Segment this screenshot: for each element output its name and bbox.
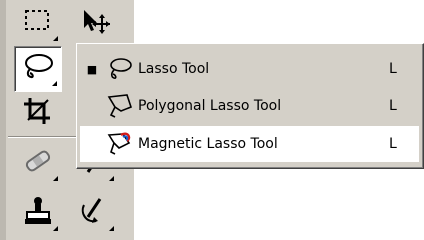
polygonal-lasso-icon: [104, 92, 134, 120]
crop-tool-button[interactable]: [14, 90, 62, 136]
menu-item-label: Lasso Tool: [138, 61, 210, 77]
palette-edge: [0, 0, 6, 240]
menu-item-shortcut: L: [389, 61, 397, 77]
lasso-tool-button[interactable]: [14, 46, 62, 92]
healing-brush-tool-button[interactable]: [14, 140, 62, 186]
screenshot-canvas: ■ Lasso Tool L Polygonal Lasso Tool L Ma…: [0, 0, 424, 240]
move-icon: [78, 6, 110, 40]
move-tool-button[interactable]: [70, 0, 118, 46]
menu-item-label: Magnetic Lasso Tool: [138, 136, 278, 152]
marquee-icon: [23, 7, 53, 39]
lasso-icon: [104, 55, 134, 83]
more-tools-indicator: [53, 36, 58, 41]
history-brush-icon: [78, 195, 110, 231]
menu-item-label: Polygonal Lasso Tool: [138, 98, 282, 114]
more-tools-indicator: [52, 81, 57, 86]
crop-icon: [22, 96, 54, 130]
menu-item-shortcut: L: [389, 98, 397, 114]
lasso-tools-flyout-menu: ■ Lasso Tool L Polygonal Lasso Tool L Ma…: [76, 43, 424, 169]
marquee-tool-button[interactable]: [14, 0, 62, 46]
magnetic-lasso-icon: [104, 130, 134, 158]
clone-stamp-tool-button[interactable]: [14, 190, 62, 236]
selected-marker: ■: [86, 62, 98, 76]
more-tools-indicator: [53, 176, 58, 181]
more-tools-indicator: [109, 176, 114, 181]
more-tools-indicator: [53, 226, 58, 231]
more-tools-indicator: [109, 226, 114, 231]
history-brush-tool-button[interactable]: [70, 190, 118, 236]
menu-item-polygonal-lasso-tool[interactable]: Polygonal Lasso Tool L: [80, 88, 419, 124]
menu-item-lasso-tool[interactable]: ■ Lasso Tool L: [80, 51, 419, 87]
menu-item-magnetic-lasso-tool[interactable]: Magnetic Lasso Tool L: [80, 126, 419, 162]
lasso-icon: [21, 52, 55, 86]
clone-stamp-icon: [22, 195, 54, 231]
healing-brush-icon: [22, 146, 54, 180]
menu-item-shortcut: L: [389, 136, 397, 152]
